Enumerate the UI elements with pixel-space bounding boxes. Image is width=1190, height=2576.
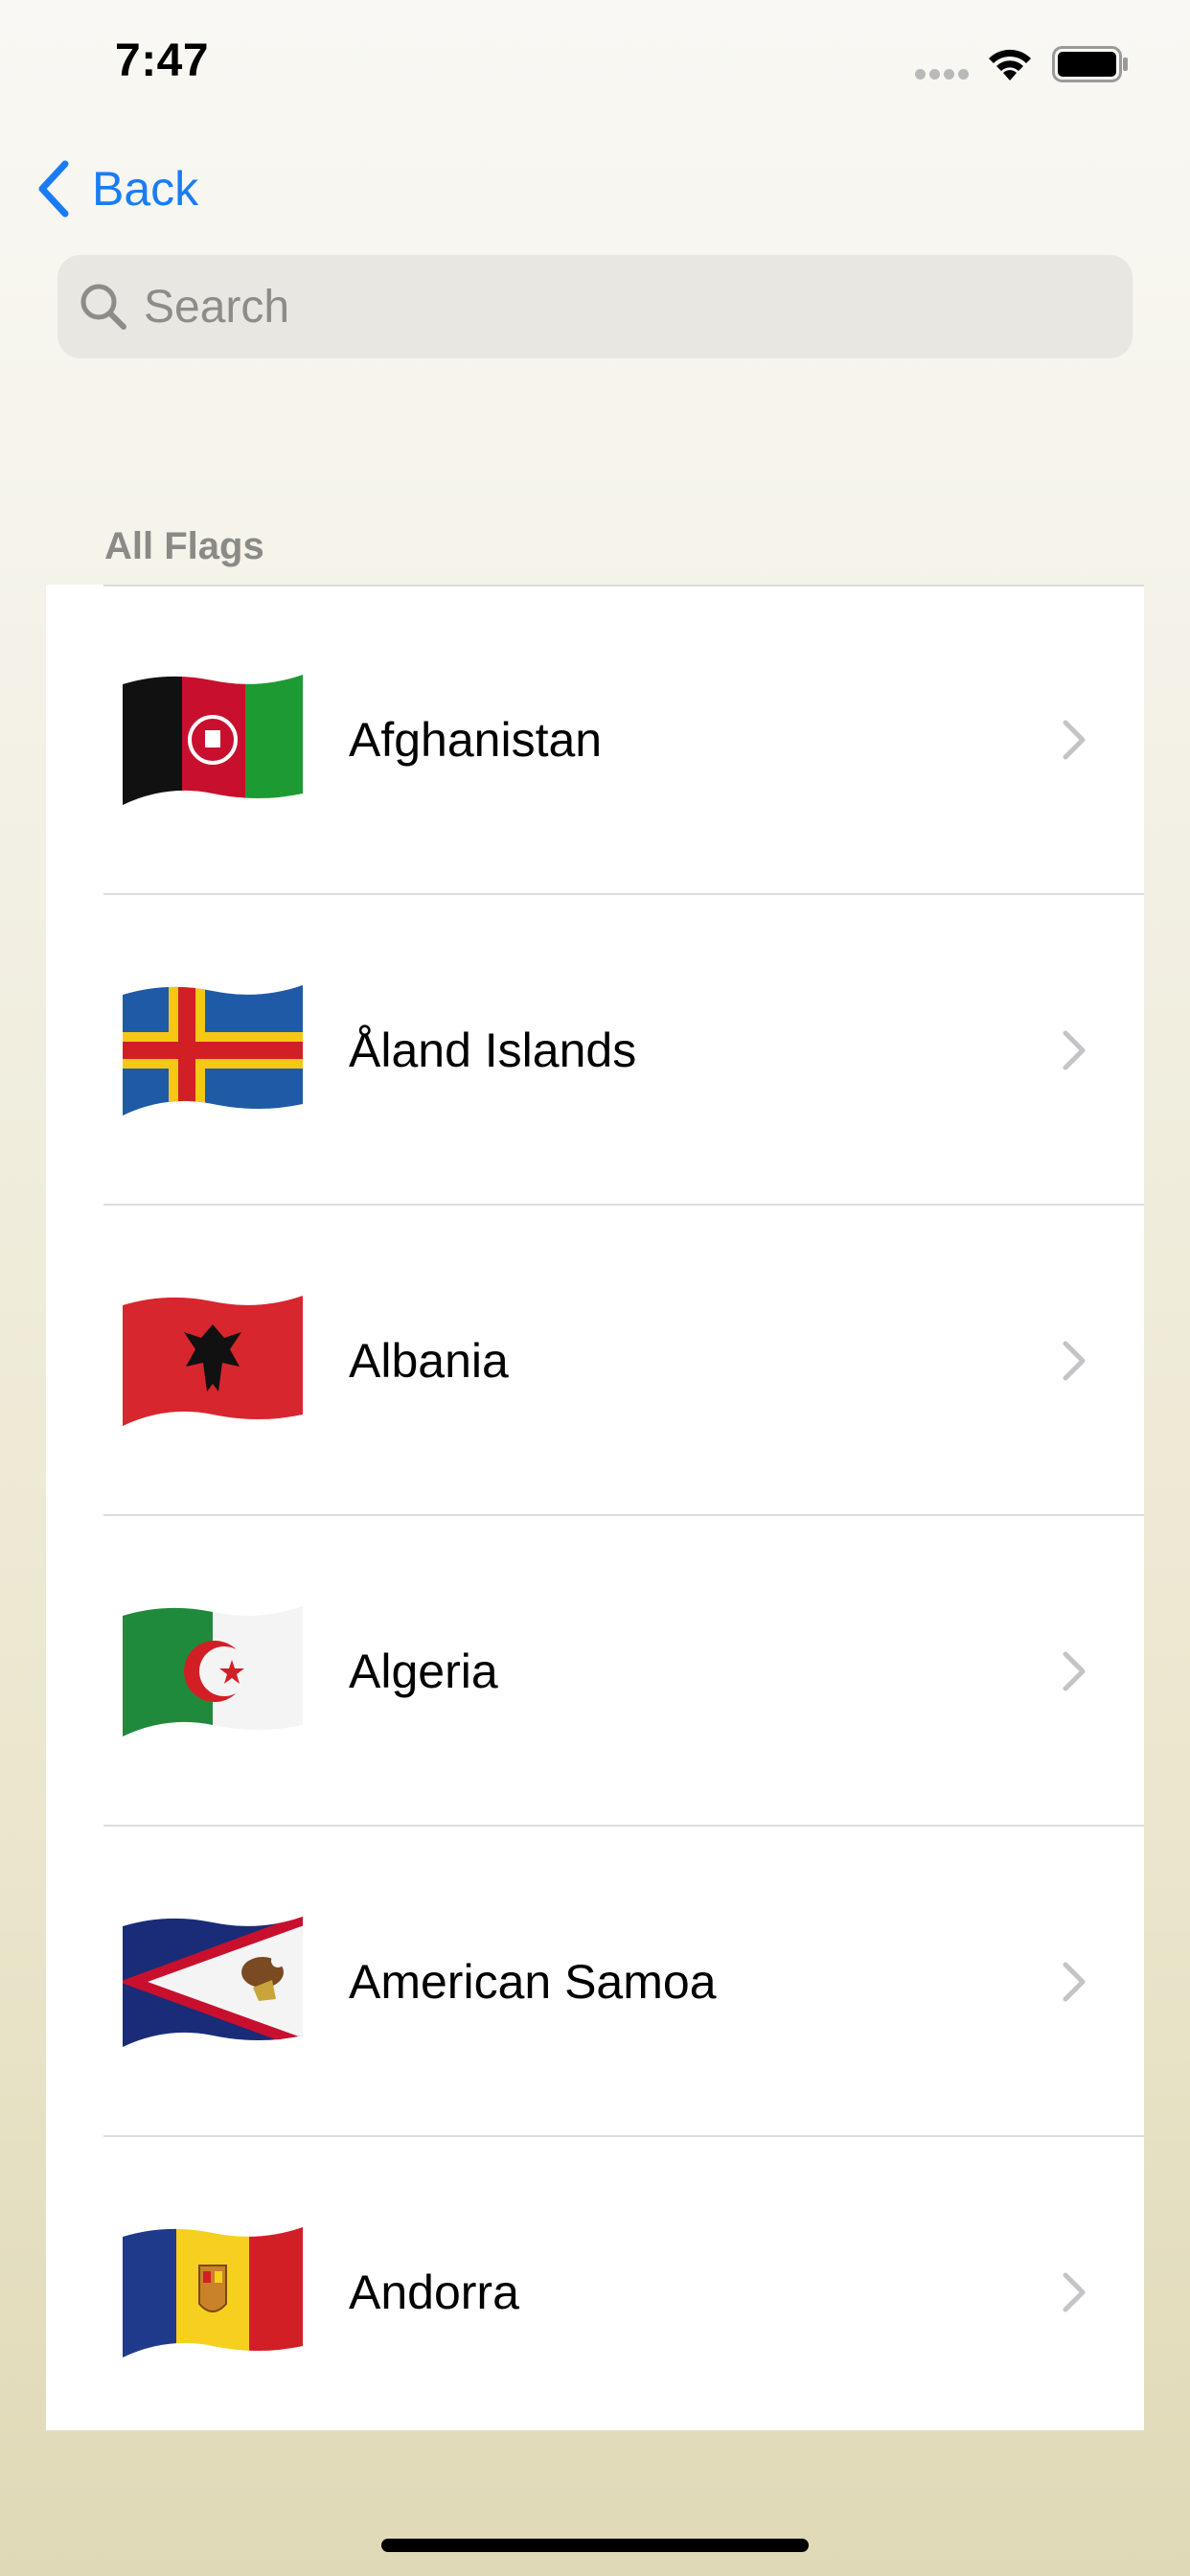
albania-flag-icon xyxy=(123,1296,303,1426)
country-name: American Samoa xyxy=(349,1955,717,2009)
search-field[interactable] xyxy=(57,255,1133,358)
wifi-icon xyxy=(989,49,1031,80)
american-samoa-flag-icon xyxy=(123,1917,303,2047)
country-name: Albania xyxy=(349,1334,509,1388)
country-name: Andorra xyxy=(349,2266,519,2319)
country-list: Afghanistan Åland Islands Albania Algeri… xyxy=(46,585,1144,2430)
chevron-right-icon xyxy=(1063,1651,1086,1691)
status-time: 7:47 xyxy=(115,35,210,86)
list-item[interactable]: American Samoa xyxy=(46,1827,1144,2137)
chevron-right-icon xyxy=(1063,1341,1086,1381)
country-name: Afghanistan xyxy=(349,713,603,767)
battery-icon xyxy=(1052,46,1128,82)
algeria-flag-icon xyxy=(123,1606,303,1736)
search-input[interactable] xyxy=(142,279,1104,334)
afghanistan-flag-icon xyxy=(123,675,303,805)
chevron-right-icon xyxy=(1063,720,1086,760)
andorra-flag-icon xyxy=(123,2227,303,2358)
list-item[interactable]: Andorra xyxy=(46,2137,1144,2448)
chevron-left-icon xyxy=(38,160,69,218)
back-button[interactable]: Back xyxy=(34,153,198,224)
cellular-signal-icon xyxy=(915,69,971,80)
list-item[interactable]: Algeria xyxy=(46,1516,1144,1827)
search-icon xyxy=(80,284,126,330)
home-indicator xyxy=(381,2539,809,2552)
country-name: Åland Islands xyxy=(349,1024,637,1077)
list-item[interactable]: Åland Islands xyxy=(46,895,1144,1206)
aland-islands-flag-icon xyxy=(123,985,303,1116)
chevron-right-icon xyxy=(1063,2272,1086,2312)
list-item[interactable]: Afghanistan xyxy=(46,585,1144,895)
chevron-right-icon xyxy=(1063,1962,1086,2002)
chevron-right-icon xyxy=(1063,1030,1086,1070)
section-header: All Flags xyxy=(104,525,264,567)
status-bar: 7:47 xyxy=(0,0,1190,125)
back-label: Back xyxy=(92,162,199,216)
country-name: Algeria xyxy=(349,1644,498,1698)
list-item[interactable]: Albania xyxy=(46,1206,1144,1516)
